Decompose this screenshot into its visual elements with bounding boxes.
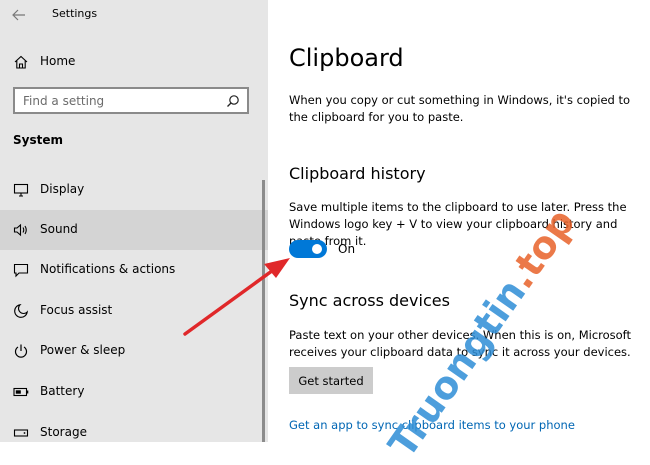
sidebar-item-power-sleep[interactable]: Power & sleep [0,331,268,371]
sidebar-item-label: Display [40,182,85,196]
sidebar-item-storage[interactable]: Storage [0,413,268,442]
sidebar-item-label: Battery [40,384,85,398]
get-started-button[interactable]: Get started [289,367,373,394]
notification-icon [13,263,29,278]
window-title: Settings [52,7,98,20]
toggle-state-label: On [338,242,356,256]
sidebar-item-label: Storage [40,425,87,439]
search-field[interactable] [13,87,249,114]
power-icon [14,344,28,358]
search-input[interactable] [23,93,203,109]
sync-description: Paste text on your other devices. When t… [289,328,632,359]
back-arrow-icon[interactable] [10,6,28,24]
toggle-knob [312,244,322,254]
moon-icon [14,303,29,318]
clipboard-history-heading: Clipboard history [289,164,426,183]
home-icon [14,55,28,69]
get-app-link[interactable]: Get an app to sync clipboard items to yo… [289,418,575,432]
intro-text: When you copy or cut something in Window… [289,93,631,124]
page-title: Clipboard [289,44,404,72]
sidebar-item-home[interactable]: Home [0,42,268,82]
sidebar-item-label: Power & sleep [40,343,126,357]
sidebar-item-label: Sound [40,222,78,236]
sidebar-item-label: Home [40,54,76,68]
sidebar-item-focus-assist[interactable]: Focus assist [0,291,268,331]
battery-icon [13,387,29,397]
storage-icon [13,429,29,437]
sidebar-item-sound[interactable]: Sound [0,210,268,250]
clipboard-history-toggle[interactable] [289,240,327,258]
speaker-icon [13,223,27,237]
sidebar-item-display[interactable]: Display [0,170,268,210]
sidebar-item-label: Focus assist [40,303,113,317]
sidebar-scrollbar[interactable] [262,180,265,442]
settings-sidebar: Settings Home System Display Sound [0,0,268,442]
main-content: Clipboard When you copy or cut something… [268,0,650,442]
section-header-system: System [13,133,63,147]
sidebar-item-notifications[interactable]: Notifications & actions [0,250,268,290]
sync-heading: Sync across devices [289,291,450,310]
monitor-icon [13,183,29,197]
sidebar-item-label: Notifications & actions [40,262,176,276]
sidebar-item-battery[interactable]: Battery [0,372,268,412]
search-icon[interactable] [226,94,240,108]
title-bar: Settings [0,0,268,30]
